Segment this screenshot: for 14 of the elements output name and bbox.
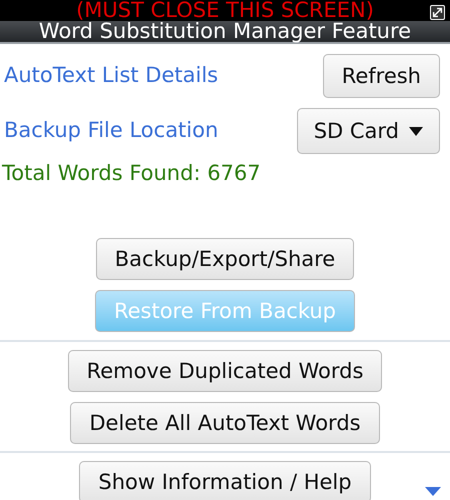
action-button[interactable]: Remove Duplicated Words [68, 350, 382, 392]
setting-label: AutoText List Details [4, 62, 218, 90]
action-button[interactable]: Show Information / Help [79, 461, 371, 500]
scroll-down-icon [425, 487, 441, 496]
action-button[interactable]: Delete All AutoText Words [70, 402, 380, 444]
refresh-button[interactable]: Refresh [322, 54, 440, 98]
window-title: Word Substitution Manager Feature [38, 21, 412, 42]
word-count: Total Words Found: 6767 [1, 160, 262, 187]
location-dropdown[interactable]: SD Card [296, 108, 440, 154]
expand-icon[interactable] [430, 5, 445, 20]
caret-icon [409, 126, 423, 136]
action-button[interactable]: Backup/Export/Share [96, 238, 354, 280]
setting-label: Backup File Location [4, 117, 218, 144]
warning-text: (MUST CLOSE THIS SCREEN) [76, 0, 374, 21]
